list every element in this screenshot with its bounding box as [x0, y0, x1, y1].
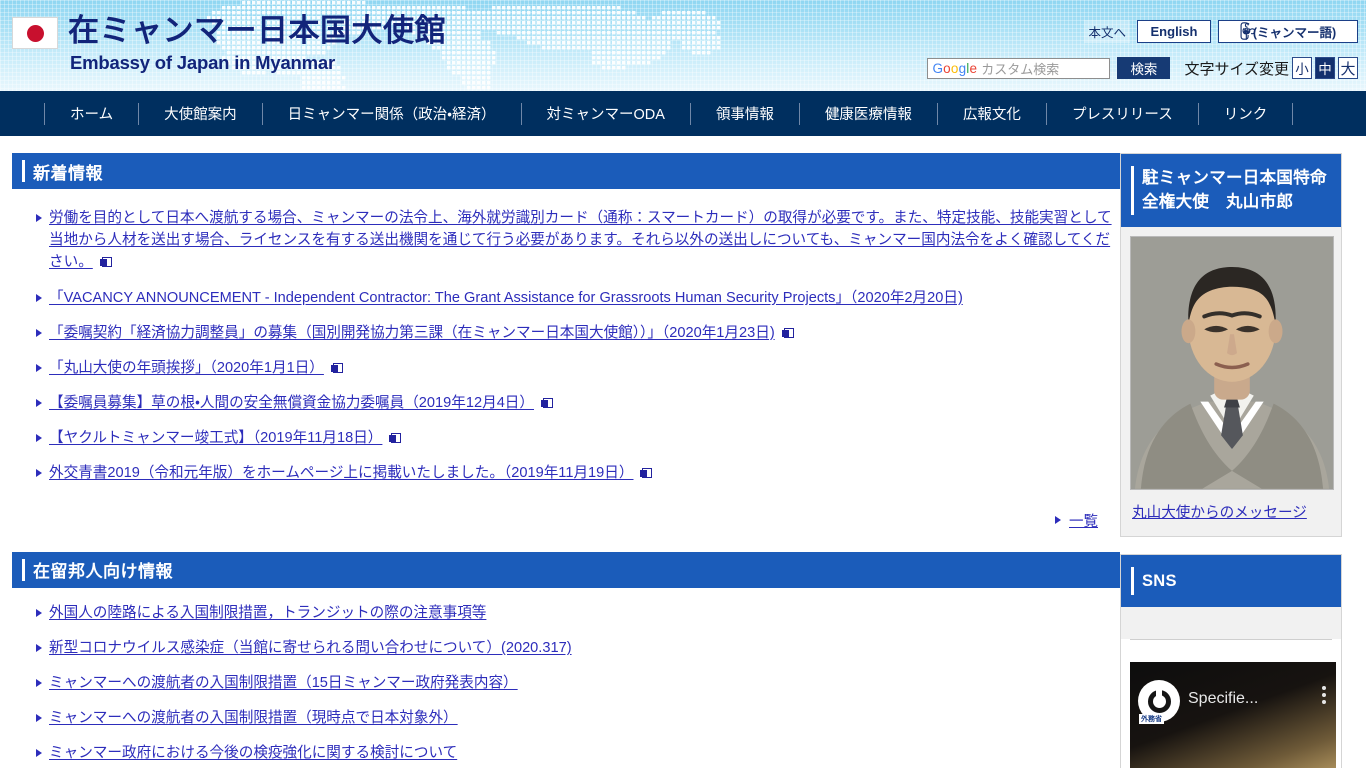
ambassador-portrait [1130, 235, 1334, 490]
residents-section-header: 在留邦人向け情報 [12, 551, 1120, 588]
list-item: 「委嘱契約「経済協力調整員」の募集（国別開発協力第三課（在ミャンマー日本国大使館… [36, 322, 1120, 344]
news-list-link-2[interactable]: 「VACANCY ANNOUNCEMENT - Independent Cont… [49, 290, 963, 306]
list-item: 外交青書2019（令和元年版）をホームページ上に掲載いたしました。（2019年1… [36, 462, 1120, 484]
site-title-ja: 在ミャンマー日本国大使館 [68, 13, 446, 48]
japan-flag-icon [12, 17, 58, 49]
news-list-link-5[interactable]: 【委嘱員募集】草の根・人間の安全無償資金協力委嘱員（2019年12月4日） [49, 395, 534, 411]
list-item: ミャンマーへの渡航者の入国制限措置（15日ミャンマー政府発表内容） [36, 672, 1120, 694]
burmese-label: မြန်မာ [1239, 22, 1256, 37]
header-tools: Google カスタム検索 検索 文字サイズ変更 小 中 大 [927, 57, 1358, 79]
main-navigation: ホーム 大使館案内 日ミャンマー関係（政治・経済） 対ミャンマーODA 領事情報 健康医療… [0, 91, 1366, 136]
ambassador-card-body: 丸山大使からのメッセージ [1121, 226, 1341, 536]
list-item: ミャンマー政府における今後の検疫強化に関する検討について [36, 742, 1120, 764]
new-window-icon [781, 327, 794, 338]
sns-video-embed[interactable]: 外務省 Specifie... [1130, 662, 1336, 768]
ambassador-message-link[interactable]: 丸山大使からのメッセージ [1130, 490, 1332, 525]
news-list-link-3[interactable]: 「委嘱契約「経済協力調整員」の募集（国別開発協力第三課（在ミャンマー日本国大使館… [49, 325, 775, 341]
residents-list-link-1[interactable]: 外国人の陸路による入国制限措置，トランジットの際の注意事項等 [49, 605, 486, 621]
list-item: 外国人の陸路による入国制限措置，トランジットの際の注意事項等 [36, 602, 1120, 624]
list-item: 「丸山大使の年頭挨拶」（2020年1月1日） [36, 357, 1120, 379]
site-header: 在ミャンマー日本国大使館 Embassy of Japan in Myanmar… [0, 0, 1366, 91]
news-list: 労働を目的として日本へ渡航する場合、ミャンマーの法令上、海外就労識別カード（通称… [12, 189, 1120, 485]
list-item: 労働を目的として日本へ渡航する場合、ミャンマーの法令上、海外就労識別カード（通称… [36, 207, 1120, 274]
list-item: ミャンマーへの渡航者の入国制限措置（現時点で日本対象外） [36, 707, 1120, 729]
nav-item-6[interactable]: 健康医療情報 [798, 102, 937, 125]
google-logo-text: Google [932, 60, 978, 76]
news-more-row: 一覧 [12, 498, 1120, 535]
fontsize-large-button[interactable]: 大 [1338, 57, 1358, 79]
news-list-link-4[interactable]: 「丸山大使の年頭挨拶」（2020年1月1日） [49, 360, 324, 376]
news-heading: 新着情報 [33, 163, 103, 183]
mofa-logo-caption: 外務省 [1139, 714, 1164, 725]
search-input[interactable]: Google カスタム検索 [927, 57, 1111, 79]
flag-disc [26, 24, 44, 42]
ambassador-card-header: 駐ミャンマー日本国特命全権大使 丸山市郎 [1121, 154, 1341, 227]
new-window-icon [330, 362, 343, 373]
news-section-header: 新着情報 [12, 153, 1120, 189]
residents-list-link-4[interactable]: ミャンマーへの渡航者の入国制限措置（現時点で日本対象外） [49, 710, 458, 726]
ambassador-heading: 駐ミャンマー日本国特命全権大使 丸山市郎 [1142, 169, 1327, 212]
skip-to-content-link[interactable]: 本文へ [1084, 20, 1130, 43]
page-body: 新着情報 労働を目的として日本へ渡航する場合、ミャンマーの法令上、海外就労識別カ… [0, 136, 1366, 768]
residents-heading: 在留邦人向け情報 [33, 562, 173, 582]
nav-items: ホーム 大使館案内 日ミャンマー関係（政治・経済） 対ミャンマーODA 領事情報 健康医療… [44, 102, 1294, 125]
search-placeholder-text: カスタム検索 [981, 61, 1060, 77]
fontsize-small-button[interactable]: 小 [1292, 57, 1312, 79]
list-item: 【ヤクルトミャンマー竣工式】（2019年11月18日） [36, 427, 1120, 449]
sidebar-column: 駐ミャンマー日本国特命全権大使 丸山市郎 丸山大使からのメッセージ SNS 外務… [1120, 136, 1354, 768]
residents-list: 外国人の陸路による入国制限措置，トランジットの際の注意事項等新型コロナウイルス感… [12, 588, 1120, 768]
list-item: 新型コロナウイルス感染症（当館に寄せられる問い合わせについて）(2020.317… [36, 637, 1120, 659]
language-controls: 本文へ English မြန်မာ (ミャンマー語) [1084, 20, 1358, 43]
nav-item-4[interactable]: 対ミャンマーODA [520, 102, 690, 125]
main-column: 新着情報 労働を目的として日本へ渡航する場合、ミャンマーの法令上、海外就労識別カ… [0, 136, 1120, 768]
language-myanmar-button[interactable]: မြန်မာ (ミャンマー語) [1218, 20, 1358, 43]
new-window-icon [99, 257, 112, 268]
news-list-link-7[interactable]: 外交青書2019（令和元年版）をホームページ上に掲載いたしました。（2019年1… [49, 465, 633, 481]
nav-item-8[interactable]: プレスリリース [1045, 102, 1198, 125]
sns-heading: SNS [1142, 571, 1177, 590]
burmese-label-ja: (ミャンマー語) [1252, 26, 1337, 40]
ambassador-card: 駐ミャンマー日本国特命全権大使 丸山市郎 丸山大使からのメッセージ [1120, 153, 1342, 537]
sns-card-header: SNS [1121, 554, 1341, 608]
list-item: 「VACANCY ANNOUNCEMENT - Independent Cont… [36, 287, 1120, 309]
sns-card-body: 外務省 Specifie... [1121, 639, 1341, 768]
nav-item-3[interactable]: 日ミャンマー関係（政治・経済） [261, 102, 521, 125]
new-window-icon [640, 468, 653, 479]
list-item: 【委嘱員募集】草の根・人間の安全無償資金協力委嘱員（2019年12月4日） [36, 392, 1120, 414]
residents-list-link-3[interactable]: ミャンマーへの渡航者の入国制限措置（15日ミャンマー政府発表内容） [49, 675, 518, 691]
new-window-icon [389, 433, 402, 444]
nav-item-9[interactable]: リンク [1197, 102, 1294, 125]
fontsize-label: 文字サイズ変更 [1184, 60, 1289, 78]
news-list-link-6[interactable]: 【ヤクルトミャンマー竣工式】（2019年11月18日） [49, 430, 382, 446]
fontsize-medium-button[interactable]: 中 [1315, 57, 1335, 79]
search-button[interactable]: 検索 [1117, 57, 1171, 79]
residents-list-link-5[interactable]: ミャンマー政府における今後の検疫強化に関する検討について [49, 745, 457, 761]
news-more-link[interactable]: 一覧 [1055, 510, 1098, 531]
language-english-button[interactable]: English [1137, 20, 1211, 43]
nav-item-1[interactable]: ホーム [44, 102, 138, 125]
sns-divider [1130, 639, 1332, 641]
nav-item-7[interactable]: 広報文化 [936, 102, 1046, 125]
sns-card: SNS 外務省 Specifie... [1120, 553, 1342, 768]
new-window-icon [541, 398, 553, 409]
residents-list-link-2[interactable]: 新型コロナウイルス感染症（当館に寄せられる問い合わせについて）(2020.317… [49, 640, 572, 656]
mofa-ring [1147, 689, 1171, 713]
site-title-en: Embassy of Japan in Myanmar [70, 52, 335, 73]
nav-item-5[interactable]: 領事情報 [689, 102, 799, 125]
sns-video-title: Specifie... [1188, 690, 1259, 708]
news-list-link-1[interactable]: 労働を目的として日本へ渡航する場合、ミャンマーの法令上、海外就労識別カード（通称… [49, 210, 1112, 270]
kebab-menu-icon[interactable] [1322, 686, 1326, 705]
nav-item-2[interactable]: 大使館案内 [138, 102, 262, 125]
